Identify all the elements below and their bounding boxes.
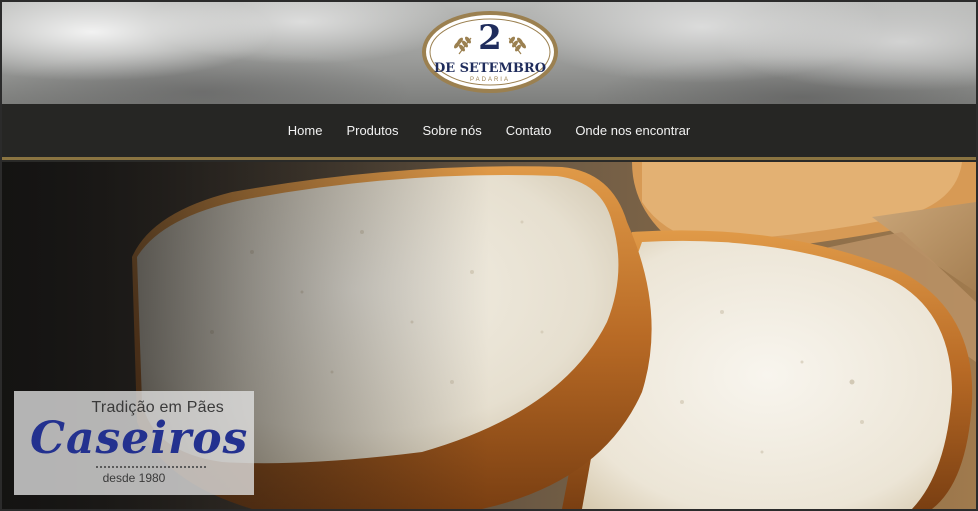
bakery-logo[interactable]: 2 De setembro PADARIA — [421, 10, 559, 94]
main-navbar: Home Produtos Sobre nós Contato Onde nos… — [2, 104, 976, 160]
nav-item-contato[interactable]: Contato — [494, 123, 564, 138]
logo-name: De setembro — [434, 61, 546, 76]
badge-divider — [96, 466, 206, 468]
nav-list: Home Produtos Sobre nós Contato Onde nos… — [2, 104, 976, 157]
badge-sub-text: desde 1980 — [102, 471, 166, 485]
badge-main-text: Caseiros — [30, 413, 249, 464]
nav-item-onde-nos-encontrar[interactable]: Onde nos encontrar — [563, 123, 702, 138]
logo-number: 2 — [478, 18, 502, 58]
nav-item-produtos[interactable]: Produtos — [334, 123, 410, 138]
nav-item-sobre-nos[interactable]: Sobre nós — [411, 123, 494, 138]
nav-item-home[interactable]: Home — [276, 123, 335, 138]
page-frame: 2 De setembro PADARIA Home Produtos Sobr… — [0, 0, 978, 511]
header-banner: 2 De setembro PADARIA — [2, 2, 976, 104]
logo-subtitle: PADARIA — [470, 77, 510, 83]
tagline-badge: Tradição em Pães Caseiros desde 1980 — [14, 391, 254, 495]
